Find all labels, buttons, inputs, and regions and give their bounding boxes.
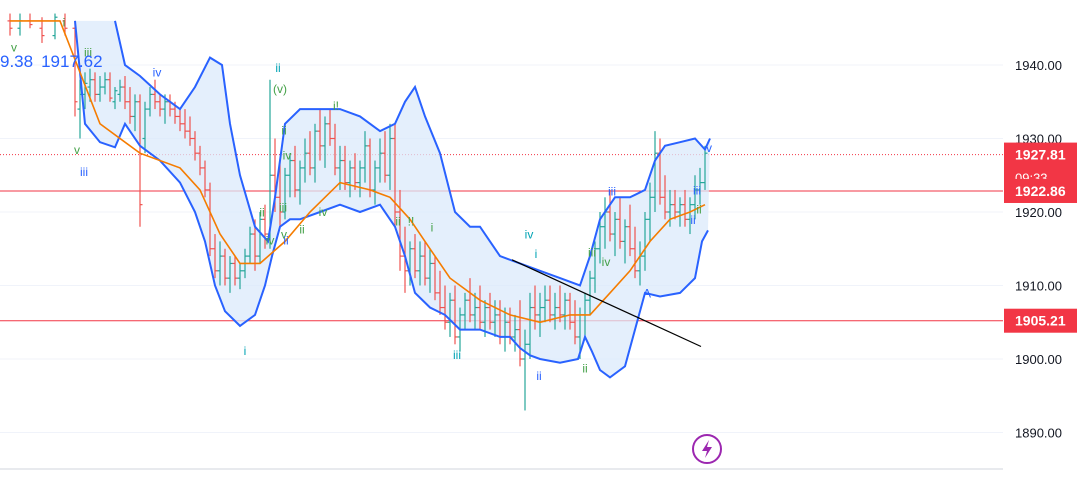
wave-label: i	[431, 220, 434, 234]
wave-label: v	[706, 141, 712, 155]
wave-label: iv	[153, 65, 162, 79]
price-tick-label: 1900.00	[1015, 352, 1062, 367]
wave-label: ii	[395, 214, 400, 228]
price-tick-label: 1910.00	[1015, 279, 1062, 294]
wave-label: ii	[690, 213, 695, 227]
price-tick-label: 1940.00	[1015, 58, 1062, 73]
alert-button[interactable]	[692, 434, 722, 464]
ohlc-readout: 9.38 1917.62	[0, 52, 111, 72]
wave-label: (v)	[273, 82, 287, 96]
price-badge-label: 1922.86	[1015, 183, 1066, 199]
price-badge-label: 1905.21	[1015, 313, 1066, 329]
wave-label: iii	[588, 245, 596, 259]
wave-label: iv	[266, 234, 275, 248]
wave-label: iv	[283, 148, 292, 162]
wave-label: iv	[525, 228, 534, 242]
wave-label: v	[74, 143, 80, 157]
candle	[52, 13, 58, 40]
wave-label: ii	[696, 203, 701, 217]
wave-label: i	[244, 344, 247, 358]
wave-label: i	[63, 15, 66, 29]
wave-label: ii	[536, 369, 541, 383]
wave-label: iv	[602, 255, 611, 269]
wave-label: i	[535, 247, 538, 261]
wave-label: i!	[333, 99, 339, 113]
wave-label: iv	[319, 205, 328, 219]
wave-label: iii	[608, 184, 616, 198]
wave-label: ii	[281, 123, 286, 137]
wave-label: ii	[283, 234, 288, 248]
wave-label: iii	[453, 348, 461, 362]
wave-label: ii	[299, 223, 304, 237]
candle	[7, 13, 13, 36]
candle	[17, 13, 23, 36]
wave-label: A	[643, 286, 651, 300]
wave-label: ii	[259, 206, 264, 220]
wave-label: ii	[275, 61, 280, 75]
wave-label: iii	[693, 184, 701, 198]
wave-label: iii	[80, 165, 88, 179]
price-axis[interactable]: 1890.001900.001910.001920.001930.001940.…	[1003, 0, 1077, 483]
wave-label: iii	[279, 200, 287, 214]
ohlc-value-left: 9.38	[0, 52, 34, 71]
price-badge-label: 1927.81	[1015, 147, 1066, 163]
price-tick-label: 1890.00	[1015, 426, 1062, 441]
wave-label: ii	[582, 361, 587, 375]
price-tick-label: 1920.00	[1015, 205, 1062, 220]
price-chart[interactable]: viiiiivviiiii(v)i!iiiviiiii iviiviv iiii!!…	[0, 0, 1077, 483]
ohlc-value-right: 1917.62	[41, 52, 103, 71]
wave-label: !!	[408, 214, 415, 228]
